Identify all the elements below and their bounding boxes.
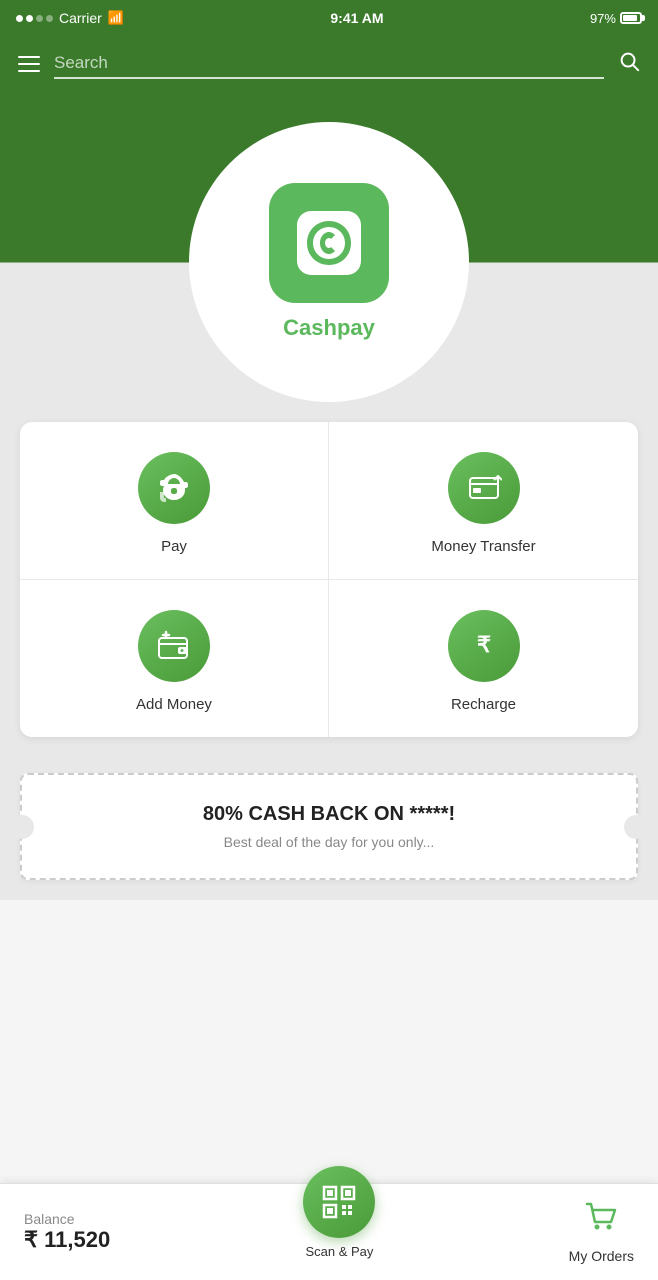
status-right: 97% — [590, 11, 642, 26]
cart-icon — [583, 1200, 619, 1244]
recharge-label: Recharge — [451, 696, 516, 713]
pay-icon-circle — [138, 452, 210, 524]
wallet-icon-circle — [138, 610, 210, 682]
pay-label: Pay — [161, 538, 187, 555]
search-input[interactable] — [54, 49, 604, 77]
dot-4 — [46, 15, 53, 22]
shopping-cart-icon — [583, 1200, 619, 1236]
dot-2 — [26, 15, 33, 22]
battery-icon — [620, 12, 642, 24]
dot-3 — [36, 15, 43, 22]
money-transfer-label: Money Transfer — [431, 538, 535, 555]
hero-logo-circle: Cashpay — [189, 122, 469, 402]
battery-fill — [623, 15, 637, 21]
qr-scan-icon — [319, 1182, 359, 1222]
transfer-icon-circle — [448, 452, 520, 524]
balance-amount: ₹ 11,520 — [24, 1227, 110, 1253]
app-name-label: Cashpay — [283, 315, 375, 341]
hamburger-line-2 — [18, 63, 40, 65]
rupee-icon: ₹ — [466, 628, 502, 664]
add-money-action[interactable]: Add Money — [20, 580, 329, 737]
signal-dots — [16, 15, 53, 22]
promo-subtitle: Best deal of the day for you only... — [42, 834, 616, 850]
wifi-icon: 📶 — [108, 10, 124, 26]
actions-grid: Pay Money Transfer — [20, 422, 638, 737]
nav-bar — [0, 36, 658, 92]
app-logo-box — [269, 183, 389, 303]
promo-card[interactable]: 80% CASH BACK ON *****! Best deal of the… — [20, 773, 638, 880]
dot-1 — [16, 15, 23, 22]
promo-notch-right — [624, 815, 648, 839]
money-transfer-action[interactable]: Money Transfer — [329, 422, 638, 580]
hamburger-menu-button[interactable] — [18, 56, 40, 72]
balance-label: Balance — [24, 1211, 110, 1227]
status-left: Carrier 📶 — [16, 10, 124, 26]
search-bar[interactable] — [54, 49, 604, 79]
rupee-icon-circle: ₹ — [448, 610, 520, 682]
battery-percent: 97% — [590, 11, 616, 26]
hero-section: Cashpay — [0, 92, 658, 402]
promo-notch-left — [10, 815, 34, 839]
bottom-spacer — [0, 900, 658, 1000]
hamburger-line-1 — [18, 56, 40, 58]
search-button[interactable] — [618, 50, 640, 78]
scan-qr-icon-circle — [303, 1166, 375, 1238]
transfer-icon — [466, 470, 502, 506]
status-bar: Carrier 📶 9:41 AM 97% — [0, 0, 658, 36]
promo-title: 80% CASH BACK ON *****! — [42, 803, 616, 826]
wallet-icon — [156, 628, 192, 664]
scan-pay-button[interactable]: Scan & Pay — [303, 1166, 375, 1259]
cashpay-logo-icon — [289, 203, 369, 283]
recharge-action[interactable]: ₹ Recharge — [329, 580, 638, 737]
add-money-label: Add Money — [136, 696, 212, 713]
scan-pay-label: Scan & Pay — [305, 1244, 373, 1259]
search-icon — [618, 50, 640, 72]
pay-action[interactable]: Pay — [20, 422, 329, 580]
hamburger-line-3 — [18, 70, 40, 72]
pay-icon — [156, 470, 192, 506]
carrier-label: Carrier — [59, 10, 102, 26]
promo-section: 80% CASH BACK ON *****! Best deal of the… — [0, 757, 658, 900]
my-orders-button[interactable]: My Orders — [569, 1200, 634, 1264]
status-time: 9:41 AM — [330, 10, 383, 26]
bottom-bar: Balance ₹ 11,520 Scan & Pay — [0, 1183, 658, 1280]
svg-text:₹: ₹ — [477, 632, 491, 657]
balance-section: Balance ₹ 11,520 — [24, 1211, 110, 1253]
actions-card: Pay Money Transfer — [20, 422, 638, 737]
my-orders-label: My Orders — [569, 1248, 634, 1264]
actions-section: Pay Money Transfer — [0, 402, 658, 757]
